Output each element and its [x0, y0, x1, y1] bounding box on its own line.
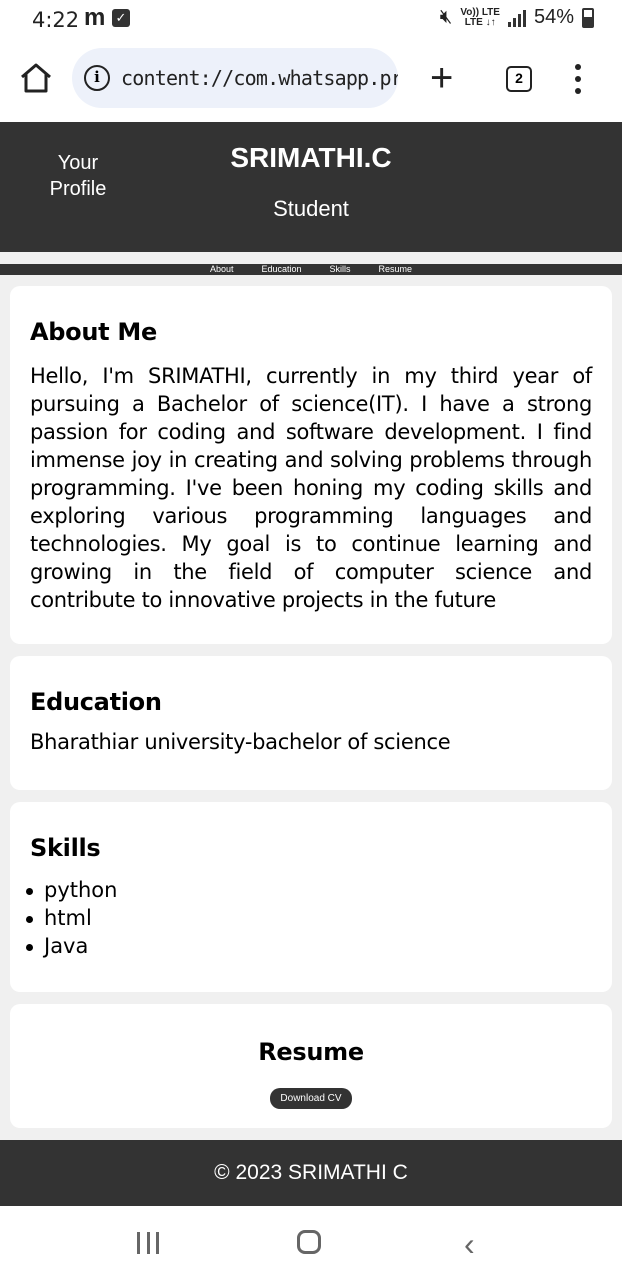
- skill-item: python: [26, 876, 592, 904]
- notification-check-icon: ✓: [112, 9, 130, 27]
- system-nav-bar: ‹: [0, 1206, 622, 1280]
- nav-link-about[interactable]: About: [210, 264, 234, 275]
- nav-link-skills[interactable]: Skills: [330, 264, 351, 275]
- recent-apps-icon[interactable]: [137, 1232, 159, 1254]
- skills-title: Skills: [30, 834, 101, 862]
- education-title: Education: [30, 688, 162, 716]
- volte-icon: Vo)) LTE LTE ↓↑: [460, 7, 500, 28]
- resume-title: Resume: [258, 1038, 364, 1066]
- about-title: About Me: [30, 318, 157, 346]
- lte-label: LTE ↓↑: [464, 16, 496, 28]
- download-cv-button[interactable]: Download CV: [270, 1088, 352, 1109]
- battery-percent: 54%: [533, 6, 574, 28]
- status-time: 4:22: [32, 8, 80, 32]
- mute-icon: 🔇︎: [439, 6, 453, 28]
- tab-switcher-button[interactable]: 2: [506, 66, 532, 92]
- skills-list: python html Java: [26, 876, 592, 960]
- address-bar[interactable]: i content://com.whatsapp.pr: [72, 48, 398, 108]
- new-tab-icon[interactable]: +: [430, 58, 453, 98]
- skills-section: Skills python html Java: [10, 802, 612, 992]
- page-footer: © 2023 SRIMATHI C: [0, 1140, 622, 1206]
- url-text[interactable]: content://com.whatsapp.pr: [121, 66, 398, 90]
- battery-icon: [582, 7, 594, 28]
- more-menu-icon[interactable]: [570, 64, 586, 94]
- notification-letter-icon: m: [84, 4, 106, 31]
- web-page: Your Profile SRIMATHI.C Student About Ed…: [0, 122, 622, 1206]
- about-section: About Me Hello, I'm SRIMATHI, currently …: [10, 286, 612, 644]
- skill-item: html: [26, 904, 592, 932]
- nav-link-resume[interactable]: Resume: [379, 264, 413, 275]
- info-icon[interactable]: i: [84, 65, 110, 91]
- status-bar: 4:22 m ✓ 🔇︎ Vo)) LTE LTE ↓↑ 54%: [0, 0, 622, 40]
- home-button-icon[interactable]: [297, 1230, 321, 1254]
- browser-toolbar: i content://com.whatsapp.pr + 2: [0, 40, 622, 122]
- resume-section: Resume Download CV: [10, 1004, 612, 1128]
- page-header: Your Profile SRIMATHI.C Student: [0, 122, 622, 252]
- nav-link-education[interactable]: Education: [261, 264, 301, 275]
- back-icon[interactable]: ‹: [464, 1228, 475, 1260]
- signal-icon: [507, 9, 526, 27]
- nav-bar: About Education Skills Resume: [0, 264, 622, 275]
- home-icon[interactable]: [18, 60, 54, 96]
- about-text: Hello, I'm SRIMATHI, currently in my thi…: [30, 364, 592, 612]
- status-icons: 🔇︎ Vo)) LTE LTE ↓↑ 54%: [440, 6, 594, 29]
- header-role: Student: [273, 196, 349, 221]
- education-text: Bharathiar university-bachelor of scienc…: [30, 730, 451, 754]
- header-name: SRIMATHI.C: [230, 142, 392, 173]
- skill-item: Java: [26, 932, 592, 960]
- education-section: Education Bharathiar university-bachelor…: [10, 656, 612, 790]
